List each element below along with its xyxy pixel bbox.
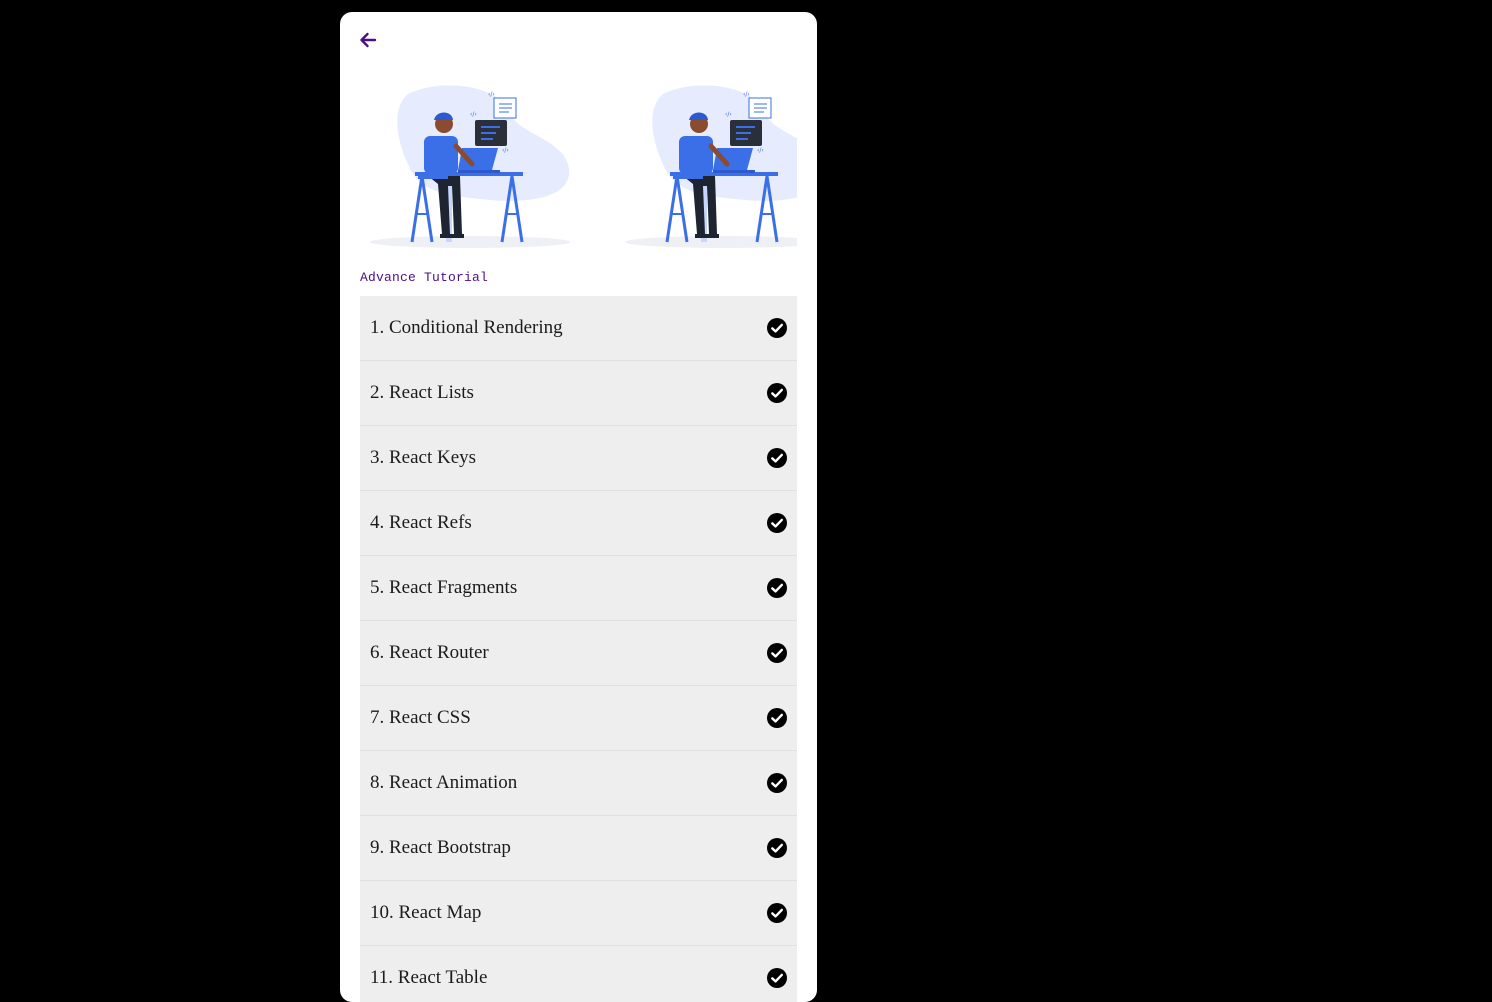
lesson-label: 1. Conditional Rendering <box>370 317 563 338</box>
lesson-label: 7. React CSS <box>370 707 471 728</box>
lesson-label: 6. React Router <box>370 642 489 663</box>
lesson-item[interactable]: 3. React Keys <box>360 426 797 491</box>
lesson-item[interactable]: 6. React Router <box>360 621 797 686</box>
check-circle-icon <box>767 318 787 338</box>
lesson-list: 1. Conditional Rendering 2. React Lists … <box>360 296 797 1002</box>
lesson-label: 10. React Map <box>370 902 482 923</box>
lesson-item[interactable]: 7. React CSS <box>360 686 797 751</box>
section-title: Advance Tutorial <box>360 270 489 285</box>
developer-illustration: ‹/› ‹/› ‹/› <box>625 85 797 248</box>
check-circle-icon <box>767 773 787 793</box>
lesson-label: 5. React Fragments <box>370 577 518 598</box>
lesson-item[interactable]: 9. React Bootstrap <box>360 816 797 881</box>
arrow-left-icon[interactable] <box>358 30 378 50</box>
lesson-item[interactable]: 4. React Refs <box>360 491 797 556</box>
lesson-label: 2. React Lists <box>370 382 474 403</box>
svg-text:‹/›: ‹/› <box>470 111 477 118</box>
check-circle-icon <box>767 383 787 403</box>
lesson-item[interactable]: 8. React Animation <box>360 751 797 816</box>
lesson-item[interactable]: 11. React Table <box>360 946 797 1002</box>
check-circle-icon <box>767 708 787 728</box>
svg-text:‹/›: ‹/› <box>743 91 750 98</box>
check-circle-icon <box>767 903 787 923</box>
svg-text:‹/›: ‹/› <box>725 111 732 118</box>
lesson-label: 11. React Table <box>370 967 488 988</box>
lesson-label: 9. React Bootstrap <box>370 837 511 858</box>
lesson-item[interactable]: 5. React Fragments <box>360 556 797 621</box>
hero-carousel: ‹/› ‹/› ‹/› ‹/› ‹/› ‹/› <box>360 84 797 252</box>
svg-text:‹/›: ‹/› <box>488 91 495 98</box>
svg-text:‹/›: ‹/› <box>502 147 509 154</box>
check-circle-icon <box>767 448 787 468</box>
check-circle-icon <box>767 643 787 663</box>
lesson-label: 4. React Refs <box>370 512 472 533</box>
tutorial-card: ‹/› ‹/› ‹/› ‹/› ‹/› ‹/› Advance Tutorial… <box>340 12 817 1002</box>
svg-text:‹/›: ‹/› <box>757 147 764 154</box>
lesson-label: 3. React Keys <box>370 447 477 468</box>
check-circle-icon <box>767 578 787 598</box>
check-circle-icon <box>767 838 787 858</box>
lesson-item[interactable]: 1. Conditional Rendering <box>360 296 797 361</box>
developer-illustration: ‹/› ‹/› ‹/› <box>370 85 570 248</box>
check-circle-icon <box>767 968 787 988</box>
lesson-label: 8. React Animation <box>370 772 518 793</box>
lesson-item[interactable]: 2. React Lists <box>360 361 797 426</box>
check-circle-icon <box>767 513 787 533</box>
lesson-item[interactable]: 10. React Map <box>360 881 797 946</box>
